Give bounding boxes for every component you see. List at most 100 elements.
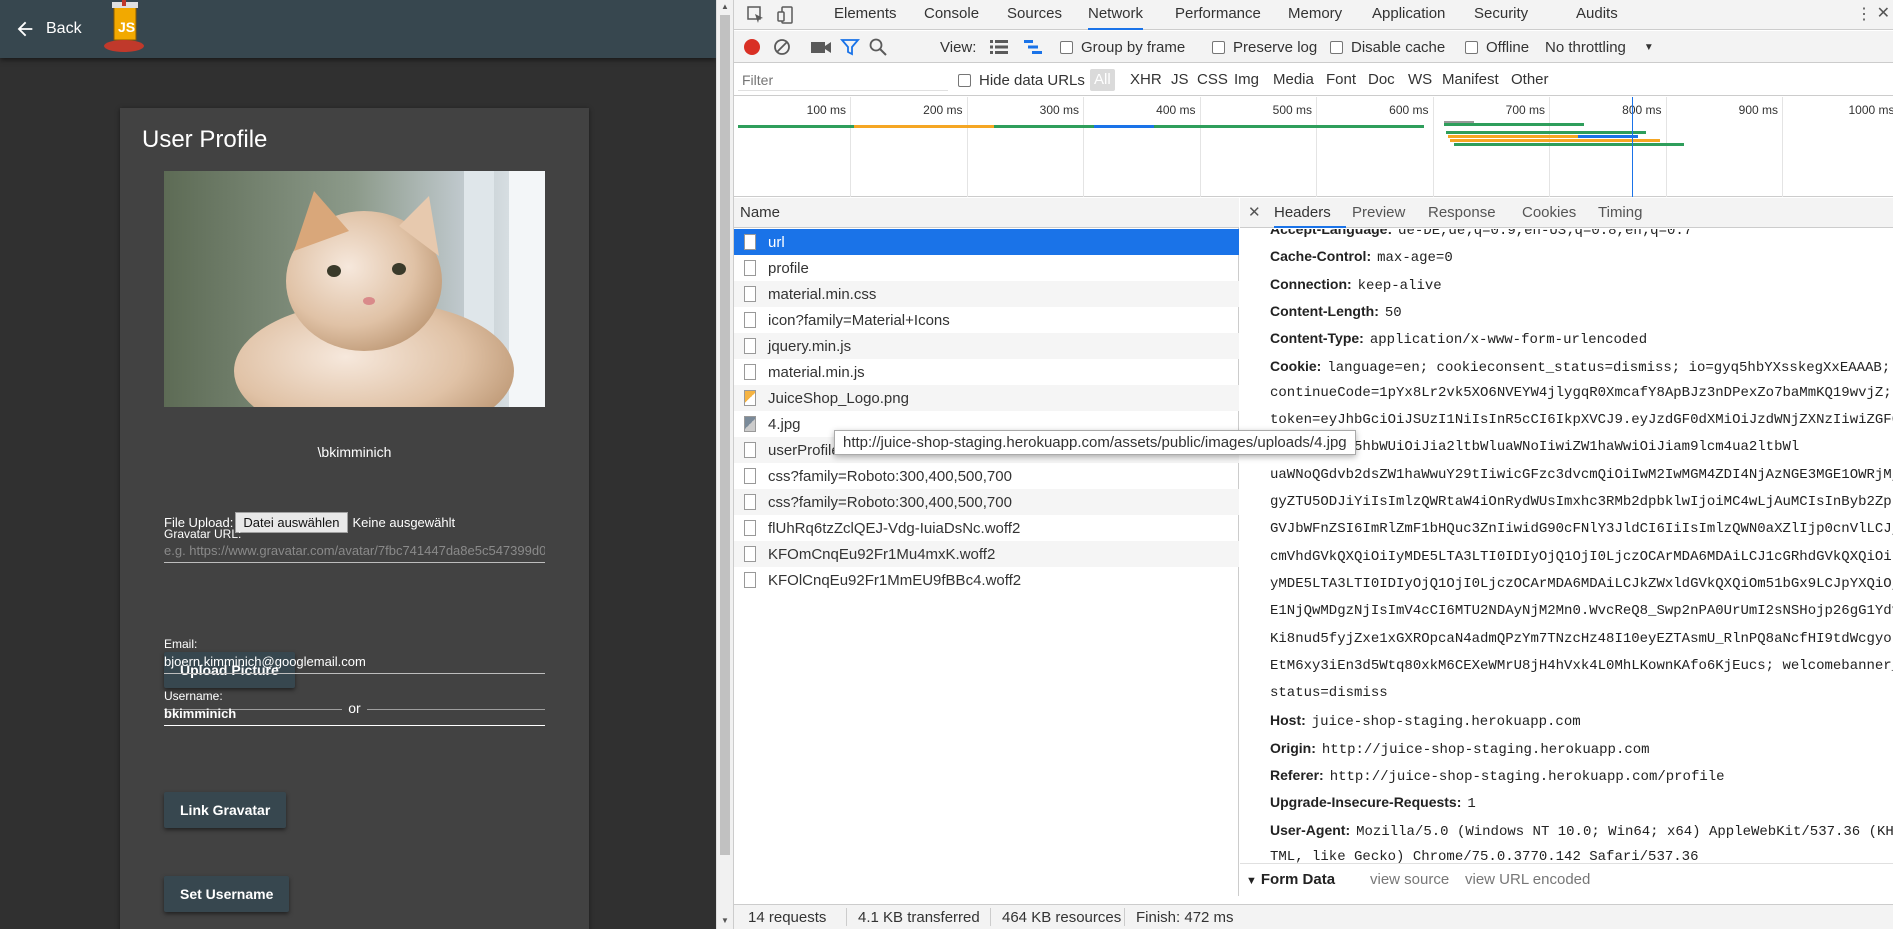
disable-cache-label: Disable cache	[1351, 38, 1446, 56]
header-line: Content-Length: 50	[1270, 303, 1890, 321]
page-scrollbar[interactable]: ▲ ▼	[716, 0, 733, 929]
tab-response[interactable]: Response	[1428, 204, 1496, 221]
header-line: Accept-Language: de-DE,de;q=0.9,en-US;q=0…	[1270, 229, 1890, 239]
request-row[interactable]: url	[734, 229, 1239, 255]
scroll-down-icon[interactable]: ▼	[721, 916, 729, 925]
document-icon	[744, 286, 756, 302]
tab-application[interactable]: Application	[1372, 0, 1445, 30]
tab-timing[interactable]: Timing	[1598, 204, 1642, 221]
header-key: Cache-Control:	[1270, 248, 1372, 265]
tab-sources[interactable]: Sources	[1007, 0, 1062, 30]
gravatar-url-input[interactable]: e.g. https://www.gravatar.com/avatar/7fb…	[164, 543, 545, 563]
disable-cache-toggle[interactable]: Disable cache	[1330, 31, 1445, 63]
checkbox[interactable]	[1060, 40, 1073, 54]
hide-data-urls-toggle[interactable]: Hide data URLs	[958, 64, 1085, 96]
screenshot-capture-icon[interactable]	[810, 37, 832, 57]
timeline-bar	[1444, 123, 1584, 126]
filter-type-font[interactable]: Font	[1326, 71, 1356, 88]
view-source-link[interactable]: view source	[1370, 871, 1449, 888]
more-options-icon[interactable]: ⋮	[1856, 4, 1872, 24]
preserve-log-toggle[interactable]: Preserve log	[1212, 31, 1317, 63]
request-row[interactable]: css?family=Roboto:300,400,500,700	[734, 463, 1239, 489]
link-gravatar-button[interactable]: Link Gravatar	[164, 792, 287, 828]
header-line: Cache-Control: max-age=0	[1270, 248, 1890, 266]
tab-security[interactable]: Security	[1474, 0, 1528, 30]
back-button[interactable]: Back	[14, 12, 82, 46]
filter-type-ws[interactable]: WS	[1408, 71, 1432, 88]
filter-type-css[interactable]: CSS	[1197, 71, 1228, 88]
name-column-header[interactable]: Name	[734, 198, 1239, 228]
checkbox[interactable]	[1330, 40, 1343, 54]
filter-type-manifest[interactable]: Manifest	[1442, 71, 1499, 88]
filter-type-media[interactable]: Media	[1273, 71, 1314, 88]
checkbox[interactable]	[958, 73, 971, 87]
set-username-button[interactable]: Set Username	[164, 876, 290, 912]
devtools-tab-bar: Elements Console Sources Network Performance…	[734, 0, 1893, 30]
device-toolbar-icon[interactable]	[776, 5, 796, 25]
timeline-bar	[1446, 131, 1646, 134]
request-count: 14 requests	[748, 909, 827, 926]
request-row[interactable]: KFOlCnqEu92Fr1MmEU9fBBc4.woff2	[734, 567, 1239, 593]
filter-icon[interactable]	[840, 37, 860, 57]
filter-type-doc[interactable]: Doc	[1368, 71, 1395, 88]
checkbox[interactable]	[1212, 40, 1225, 54]
close-devtools-icon[interactable]: ✕	[1877, 3, 1890, 23]
filter-type-js[interactable]: JS	[1171, 71, 1189, 88]
username-input[interactable]: bkimminich	[164, 706, 545, 726]
filter-type-img[interactable]: Img	[1234, 71, 1259, 88]
request-row[interactable]: JuiceShop_Logo.png	[734, 385, 1239, 411]
choose-file-button[interactable]: Datei auswählen	[235, 512, 348, 533]
header-line: Upgrade-Insecure-Requests: 1	[1270, 794, 1890, 812]
header-value-continuation: gyZTU5ODJiYiIsImlzQWRtaW4iOnRydWUsImxhc3…	[1270, 494, 1893, 510]
timeline-bar	[1454, 143, 1684, 146]
divider	[846, 908, 847, 926]
offline-toggle[interactable]: Offline	[1465, 31, 1529, 63]
group-by-frame-label: Group by frame	[1081, 38, 1186, 56]
clear-icon[interactable]	[772, 37, 792, 57]
header-key: Origin:	[1270, 739, 1316, 756]
record-icon[interactable]	[742, 37, 762, 57]
filter-type-xhr[interactable]: XHR	[1130, 71, 1162, 88]
request-row[interactable]: css?family=Roboto:300,400,500,700	[734, 489, 1239, 515]
request-row[interactable]: flUhRq6tzZclQEJ-Vdg-IuiaDsNc.woff2	[734, 515, 1239, 541]
request-row[interactable]: KFOmCnqEu92Fr1Mu4mxK.woff2	[734, 541, 1239, 567]
request-row[interactable]: material.min.js	[734, 359, 1239, 385]
filter-type-all[interactable]: All	[1090, 69, 1115, 91]
close-detail-icon[interactable]: ✕	[1248, 203, 1261, 221]
checkbox[interactable]	[1465, 40, 1478, 54]
scrollbar-thumb[interactable]	[720, 15, 730, 855]
tab-elements[interactable]: Elements	[834, 0, 897, 30]
network-overview-timeline[interactable]: 100 ms 200 ms 300 ms 400 ms 500 ms 600 ms 700 …	[734, 97, 1893, 197]
throttling-select[interactable]: No throttling ▼	[1545, 31, 1654, 63]
resources-size: 464 KB resources	[1002, 909, 1122, 926]
tab-console[interactable]: Console	[924, 0, 979, 30]
tab-network[interactable]: Network	[1088, 0, 1144, 30]
header-key: Upgrade-Insecure-Requests:	[1270, 794, 1462, 811]
timeline-bar	[994, 125, 1094, 128]
tab-headers[interactable]: Headers	[1274, 204, 1331, 221]
devtools-panel: Elements Console Sources Network Performance…	[733, 0, 1893, 929]
tab-performance[interactable]: Performance	[1175, 0, 1261, 30]
search-icon[interactable]	[868, 37, 888, 57]
document-icon	[744, 572, 756, 588]
tab-audits[interactable]: Audits	[1576, 0, 1618, 30]
large-rows-icon[interactable]	[990, 39, 1008, 55]
scroll-up-icon[interactable]: ▲	[721, 2, 729, 11]
view-url-encoded-link[interactable]: view URL encoded	[1465, 871, 1590, 888]
tab-cookies[interactable]: Cookies	[1522, 204, 1576, 221]
filter-input[interactable]	[738, 69, 948, 91]
group-by-frame-toggle[interactable]: Group by frame	[1060, 31, 1185, 63]
waterfall-overview-icon[interactable]	[1024, 39, 1042, 55]
request-row[interactable]: icon?family=Material+Icons	[734, 307, 1239, 333]
timeline-gridline	[1665, 97, 1667, 197]
request-row[interactable]: material.min.css	[734, 281, 1239, 307]
request-row[interactable]: profile	[734, 255, 1239, 281]
tab-memory[interactable]: Memory	[1288, 0, 1342, 30]
request-name: JuiceShop_Logo.png	[768, 389, 909, 407]
filter-type-other[interactable]: Other	[1511, 71, 1549, 88]
tab-preview[interactable]: Preview	[1352, 204, 1405, 221]
request-row[interactable]: jquery.min.js	[734, 333, 1239, 359]
inspect-element-icon[interactable]	[746, 5, 766, 25]
active-tab-indicator	[1274, 226, 1346, 228]
form-data-title[interactable]: ▼ Form Data	[1246, 871, 1335, 888]
